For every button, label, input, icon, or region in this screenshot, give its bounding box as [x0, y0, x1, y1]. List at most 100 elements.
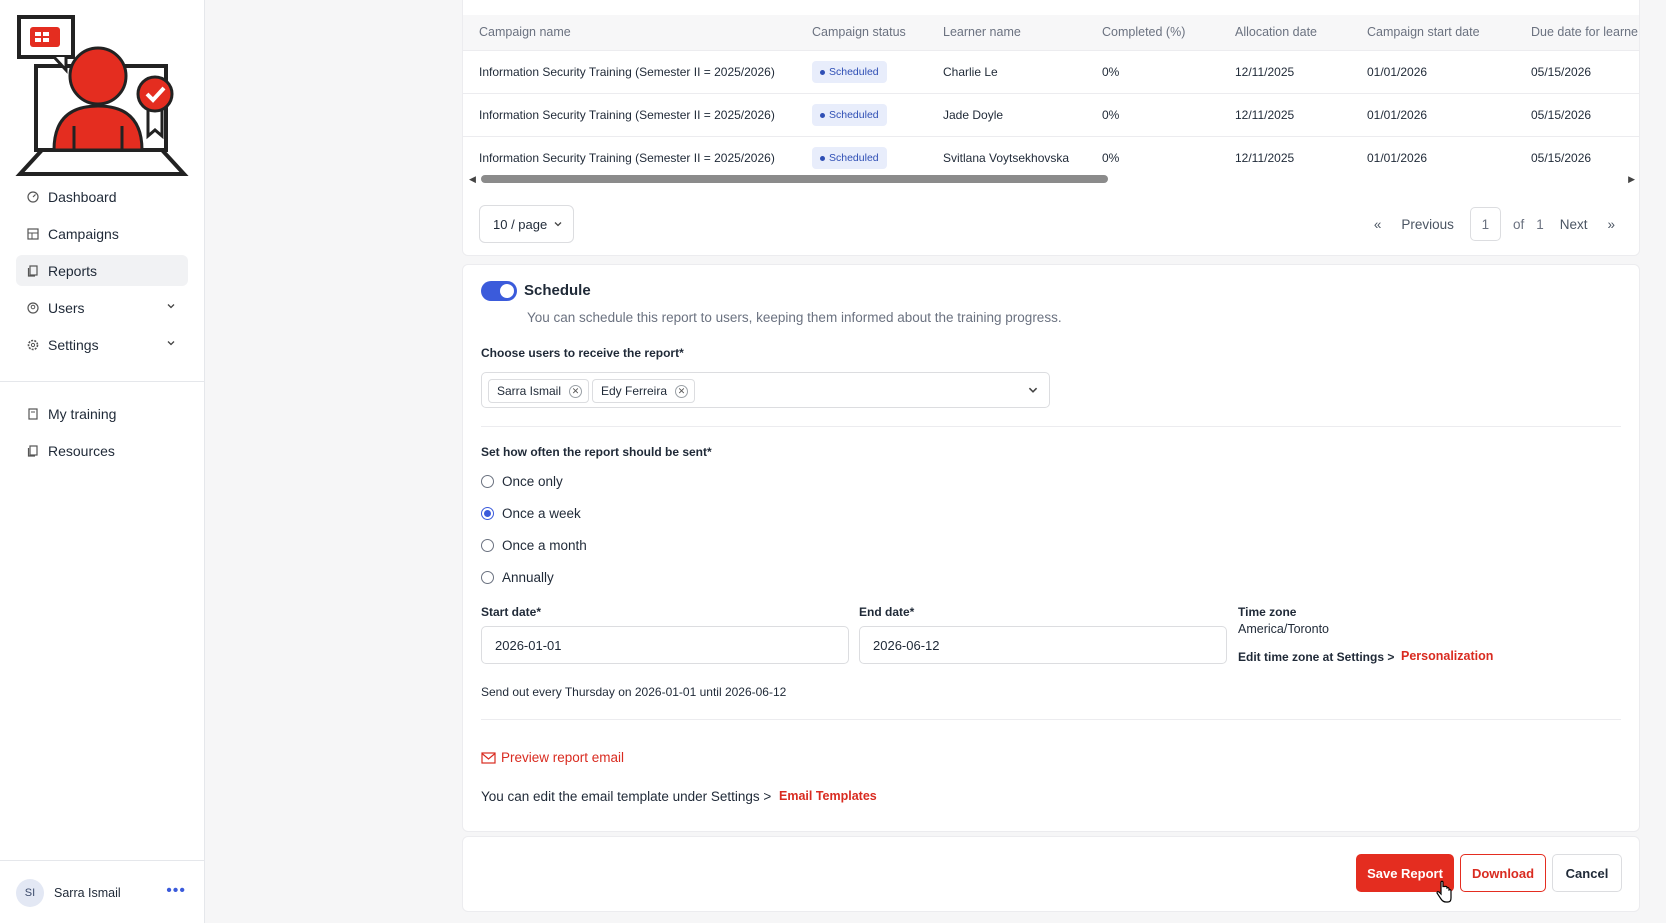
column-header: Allocation date: [1235, 25, 1318, 39]
start-date-cell: 01/01/2026: [1367, 151, 1428, 165]
frequency-once-only[interactable]: Once only: [481, 471, 563, 491]
last-page-icon[interactable]: »: [1597, 217, 1625, 232]
scroll-left-icon[interactable]: ◀: [469, 174, 476, 185]
sidebar-item-label: Settings: [48, 336, 99, 353]
recipient-tag-label: Edy Ferreira: [601, 384, 668, 398]
sidebar-item-label: Campaigns: [48, 225, 119, 242]
due-date-cell: 05/15/2026: [1531, 65, 1592, 79]
more-options-icon[interactable]: •••: [166, 883, 186, 899]
cancel-button[interactable]: Cancel: [1552, 854, 1622, 892]
next-page-button[interactable]: Next: [1550, 217, 1598, 232]
sidebar-item-label: Reports: [48, 262, 98, 279]
column-header: Completed (%): [1102, 25, 1186, 39]
time-zone-label: Time zone: [1238, 605, 1297, 619]
template-text: You can edit the email template under Se…: [481, 789, 772, 804]
page-size-select[interactable]: 10 / page: [479, 205, 574, 243]
due-date-cell: 05/15/2026: [1531, 151, 1592, 165]
user-circle-icon: [26, 301, 40, 315]
grid-icon: [26, 227, 40, 241]
recipient-tag: Edy Ferreira ✕: [592, 379, 696, 403]
radio-button[interactable]: [481, 506, 494, 520]
main-nav: Dashboard Campaigns Reports Users Settin…: [16, 181, 188, 366]
section-divider: [481, 426, 1621, 427]
scrollbar-thumb[interactable]: [481, 175, 1108, 183]
radio-label: Annually: [502, 569, 554, 585]
radio-button[interactable]: [481, 538, 494, 552]
frequency-once-a-month[interactable]: Once a month: [481, 535, 587, 555]
start-date-label: Start date*: [481, 605, 542, 619]
sidebar-item-reports[interactable]: Reports: [16, 255, 188, 286]
radio-button[interactable]: [481, 570, 494, 584]
recipients-select[interactable]: Sarra Ismail ✕ Edy Ferreira ✕: [481, 372, 1050, 408]
download-button[interactable]: Download: [1460, 854, 1546, 892]
book-icon: [26, 407, 40, 421]
gauge-icon: [26, 190, 40, 204]
schedule-description: You can schedule this report to users, k…: [527, 310, 1062, 325]
sidebar-item-my-training[interactable]: My training: [16, 398, 188, 429]
chevron-down-icon: [167, 304, 175, 309]
personalization-link[interactable]: Personalization: [1401, 649, 1493, 663]
frequency-label: Set how often the report should be sent*: [481, 445, 712, 459]
column-header: Campaign start date: [1367, 25, 1480, 39]
frequency-once-a-week[interactable]: Once a week: [481, 503, 581, 523]
horizontal-scrollbar[interactable]: ◀ ▶: [469, 174, 1635, 184]
completed-cell: 0%: [1102, 108, 1120, 122]
email-templates-link[interactable]: Email Templates: [779, 789, 877, 803]
pagination: « Previous 1 of 1 Next »: [1364, 205, 1625, 243]
sidebar-divider: [0, 381, 204, 382]
due-date-cell: 05/15/2026: [1531, 108, 1592, 122]
remove-tag-icon[interactable]: ✕: [569, 384, 583, 398]
training-user-logo: [15, 15, 189, 176]
frequency-annually[interactable]: Annually: [481, 567, 554, 587]
completed-cell: 0%: [1102, 151, 1120, 165]
user-name: Sarra Ismail: [54, 886, 121, 900]
campaign-name-cell: Information Security Training (Semester …: [479, 151, 775, 165]
schedule-card: Schedule You can schedule this report to…: [462, 264, 1640, 832]
action-footer: Save Report Download Cancel: [462, 836, 1640, 912]
status-badge: Scheduled: [812, 104, 887, 126]
previous-page-button[interactable]: Previous: [1391, 217, 1464, 232]
sidebar-item-label: Resources: [48, 442, 115, 459]
status-badge: Scheduled: [812, 61, 887, 83]
mail-icon: [481, 751, 496, 764]
page-size-value: 10 / page: [493, 216, 548, 232]
sidebar-item-campaigns[interactable]: Campaigns: [16, 218, 188, 249]
learner-cell: Jade Doyle: [943, 108, 1004, 122]
allocation-cell: 12/11/2025: [1235, 151, 1295, 165]
radio-label: Once only: [502, 473, 563, 489]
sidebar-item-settings[interactable]: Settings: [16, 329, 188, 360]
scroll-right-icon[interactable]: ▶: [1628, 174, 1635, 185]
recipient-tag: Sarra Ismail ✕: [488, 379, 590, 403]
allocation-cell: 12/11/2025: [1235, 108, 1295, 122]
learner-cell: Svitlana Voytsekhovska: [943, 151, 1070, 165]
preview-link-label: Preview report email: [501, 750, 625, 765]
page-total: 1: [1536, 216, 1544, 232]
start-date-field[interactable]: 2026-01-01: [481, 626, 849, 664]
sidebar: Dashboard Campaigns Reports Users Settin…: [0, 0, 205, 923]
sidebar-item-users[interactable]: Users: [16, 292, 188, 323]
report-table-card: Campaign name Campaign status Learner na…: [462, 0, 1640, 256]
schedule-toggle[interactable]: [481, 281, 517, 301]
sidebar-item-dashboard[interactable]: Dashboard: [16, 181, 188, 212]
column-header: Due date for learne: [1531, 25, 1639, 39]
first-page-icon[interactable]: «: [1364, 217, 1392, 232]
recipients-label: Choose users to receive the report*: [481, 346, 684, 360]
radio-label: Once a week: [502, 505, 581, 521]
user-profile[interactable]: SI Sarra Ismail •••: [16, 878, 192, 908]
time-zone-value: America/Toronto: [1238, 622, 1330, 636]
sidebar-item-resources[interactable]: Resources: [16, 435, 188, 466]
start-date-cell: 01/01/2026: [1367, 108, 1428, 122]
page-of-label: of: [1512, 216, 1525, 232]
preview-report-email-link[interactable]: Preview report email: [481, 750, 624, 765]
files-icon: [26, 444, 40, 458]
page-number-input[interactable]: 1: [1469, 207, 1501, 241]
sidebar-item-label: Dashboard: [48, 188, 117, 205]
sidebar-divider: [0, 860, 204, 861]
end-date-field[interactable]: 2026-06-12: [859, 626, 1227, 664]
pointer-cursor-icon: [1436, 880, 1452, 903]
remove-tag-icon[interactable]: ✕: [675, 384, 689, 398]
radio-label: Once a month: [502, 537, 587, 553]
start-date-cell: 01/01/2026: [1367, 65, 1428, 79]
document-icon: [26, 264, 40, 278]
radio-button[interactable]: [481, 474, 494, 488]
